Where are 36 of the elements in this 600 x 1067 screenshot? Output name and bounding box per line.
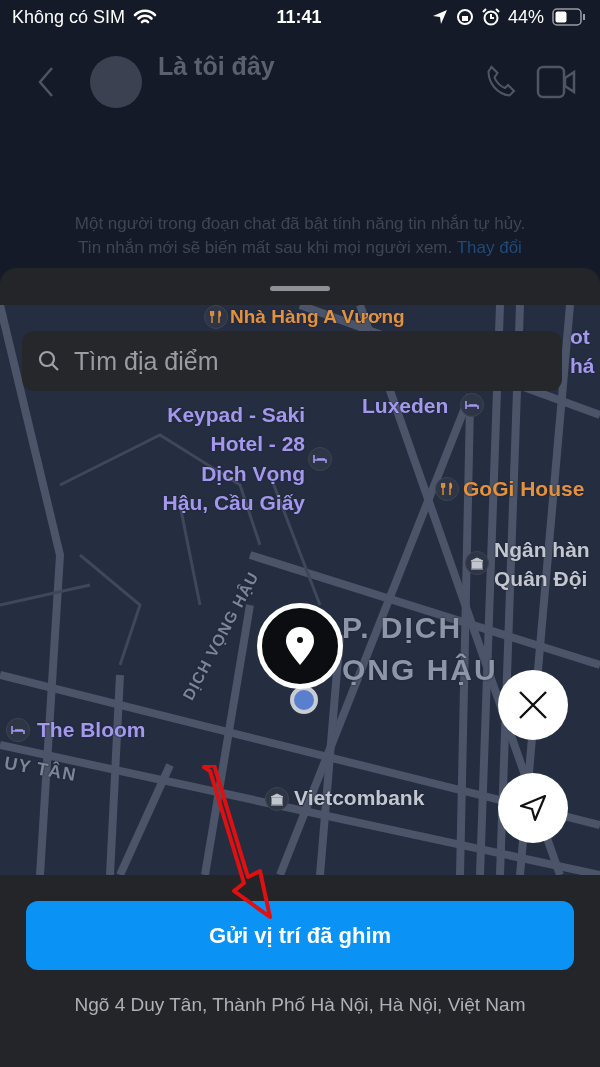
district-label: P. DỊCH ỌNG HẬU [342,610,498,688]
fork-knife-icon [210,310,222,324]
search-field[interactable]: Tìm địa điểm [22,331,562,391]
street-label: UY TÂN [2,751,79,788]
send-pinned-location-button[interactable]: Gửi vị trí đã ghim [26,901,574,970]
bed-icon [11,725,25,735]
hotel-label: Luxeden [362,393,449,419]
bed-icon [465,400,479,410]
rotation-lock-icon [456,8,474,26]
wifi-icon [133,8,158,26]
search-icon [38,350,60,372]
navigation-arrow-icon [519,794,547,822]
battery-text: 44% [508,6,544,28]
restaurant-label: GoGi House [463,476,585,502]
change-link[interactable]: Thay đổi [456,238,522,257]
hotel-label: Keypad - Saki Hotel - 28 Dịch Vọng Hậu, Cầu Giấy [161,402,305,517]
carrier-text: Không có SIM [12,6,126,28]
pin-icon [285,626,315,666]
fork-knife-icon [441,482,453,496]
hotel-label: ot há [570,324,595,380]
address-text: Ngõ 4 Duy Tân, Thành Phố Hà Nội, Hà Nội, Việt Nam [74,994,526,1016]
alarm-icon [482,8,500,26]
close-icon [518,690,548,720]
drag-handle[interactable] [270,286,330,291]
bank-icon [470,556,484,570]
bank-label: Ngân hàn Quân Đội [494,537,590,593]
bank-icon [270,792,284,806]
location-arrow-icon [432,9,448,25]
battery-icon [552,8,586,26]
contact-name: Là tôi đây [158,52,276,81]
restaurant-label: Nhà Hàng A Vương [230,305,405,329]
clock-text: 11:41 [276,6,322,28]
bank-label: Vietcombank [294,785,425,811]
hotel-label: The Bloom [37,717,146,743]
bed-icon [313,454,327,464]
avatar-placeholder [90,56,142,108]
